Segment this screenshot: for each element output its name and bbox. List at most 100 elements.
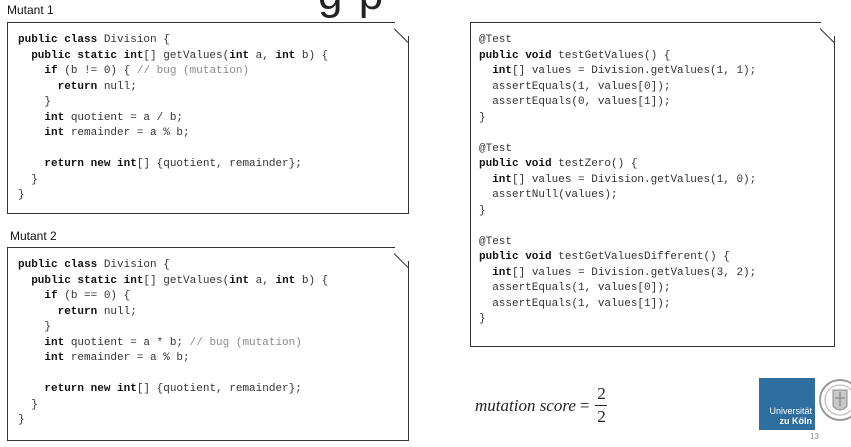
code-text: a, xyxy=(255,274,276,287)
code-line: public void testZero() { xyxy=(479,157,756,173)
code-line: public void testGetValues() { xyxy=(479,49,756,65)
code-text: null; xyxy=(103,80,137,93)
code-text: @Test xyxy=(479,34,513,46)
equals-sign: = xyxy=(579,395,590,415)
code-text: @Test xyxy=(479,142,513,155)
code-line: assertEquals(1, values[1]); xyxy=(479,297,756,313)
code-line: int[] values = Division.getValues(1, 0); xyxy=(479,173,756,189)
code-comment: // bug (mutation) xyxy=(136,65,250,77)
code-line: assertEquals(0, values[1]); xyxy=(479,95,756,111)
code-keyword: int xyxy=(229,49,256,62)
code-text: remainder = a % b; xyxy=(70,127,190,139)
code-keyword: public class xyxy=(18,259,104,271)
code-text: } xyxy=(18,398,38,411)
code-text: [] values = Division.getValues(1, 1); xyxy=(512,65,757,77)
code-line: int remainder = a % b; xyxy=(18,351,328,367)
code-text: testZero() { xyxy=(558,158,638,170)
code-line: } xyxy=(18,413,328,429)
code-text: Division { xyxy=(103,259,170,271)
code-line: } xyxy=(18,398,328,414)
code-keyword: int xyxy=(229,274,256,287)
code-text: b) { xyxy=(301,49,329,62)
logo-line-2: zu Köln xyxy=(779,416,813,426)
university-logo: Universität zu Köln xyxy=(759,378,815,430)
code-keyword: public class xyxy=(18,34,104,46)
code-line: } xyxy=(479,111,756,127)
code-keyword: return xyxy=(57,305,104,318)
code-line: public class Division { xyxy=(18,258,328,274)
code-line: } xyxy=(479,204,756,220)
code-text: } xyxy=(479,313,486,325)
code-keyword: int xyxy=(492,266,513,279)
code-text: [] {quotient, remainder}; xyxy=(136,383,302,395)
code-text: } xyxy=(18,173,38,186)
code-line: } xyxy=(18,188,328,204)
code-line: @Test xyxy=(479,235,756,251)
test-code: @Test public void testGetValues() { int[]… xyxy=(479,33,756,328)
code-keyword: return xyxy=(57,80,104,93)
code-text: Division { xyxy=(103,34,170,46)
folded-corner xyxy=(821,22,835,36)
code-line: public void testGetValuesDifferent() { xyxy=(479,250,756,266)
code-comment: // bug (mutation) xyxy=(189,336,302,349)
code-keyword: return new int xyxy=(44,158,137,170)
code-text: assertNull(values); xyxy=(479,189,618,201)
code-keyword: public void xyxy=(479,158,559,170)
code-text: (b == 0) { xyxy=(64,290,131,302)
slide-title-fragment: g p xyxy=(318,0,385,20)
code-line: int quotient = a * b; // bug (mutation) xyxy=(18,336,328,352)
code-keyword: int xyxy=(44,352,71,364)
code-line: public static int[] getValues(int a, int… xyxy=(18,274,328,290)
code-text: } xyxy=(18,96,52,108)
code-keyword: int xyxy=(44,127,71,139)
code-line: } xyxy=(18,320,328,336)
score-numerator: 2 xyxy=(597,384,606,403)
code-keyword: return new int xyxy=(44,383,137,395)
test-code-box: @Test public void testGetValues() { int[]… xyxy=(470,22,835,347)
code-text: assertEquals(1, values[0]); xyxy=(479,282,671,294)
code-keyword: if xyxy=(44,290,65,302)
code-line: int[] values = Division.getValues(1, 1); xyxy=(479,64,756,80)
folded-corner xyxy=(395,247,409,261)
code-text: testGetValues() { xyxy=(558,49,671,62)
code-keyword: int xyxy=(44,336,71,349)
code-text: null; xyxy=(103,305,137,318)
code-line: return new int[] {quotient, remainder}; xyxy=(18,382,328,398)
code-text: (b != 0) { xyxy=(64,65,137,77)
code-keyword: int xyxy=(492,65,513,77)
score-denominator: 2 xyxy=(597,407,606,426)
code-keyword: if xyxy=(44,65,65,77)
code-line: assertNull(values); xyxy=(479,188,756,204)
code-line: if (b != 0) { // bug (mutation) xyxy=(18,64,328,80)
code-line: return null; xyxy=(18,80,328,96)
fraction-bar xyxy=(595,405,608,406)
mutant-2-code: public class Division { public static in… xyxy=(18,258,328,429)
mutant-2-code-box: public class Division { public static in… xyxy=(7,247,409,441)
mutant-2-label: Mutant 2 xyxy=(10,229,57,243)
code-text: [] getValues( xyxy=(143,274,230,287)
code-keyword: public static int xyxy=(31,49,144,62)
code-line: int[] values = Division.getValues(3, 2); xyxy=(479,266,756,282)
code-line: public class Division { xyxy=(18,33,328,49)
code-keyword: int xyxy=(275,274,302,287)
code-keyword: public static int xyxy=(31,274,144,287)
code-line: int remainder = a % b; xyxy=(18,126,328,142)
code-text: } xyxy=(18,189,25,201)
mutation-score-label: mutation score xyxy=(475,395,576,415)
university-seal-icon xyxy=(819,379,851,421)
code-text: } xyxy=(479,204,486,217)
code-line: return new int[] {quotient, remainder}; xyxy=(18,157,328,173)
